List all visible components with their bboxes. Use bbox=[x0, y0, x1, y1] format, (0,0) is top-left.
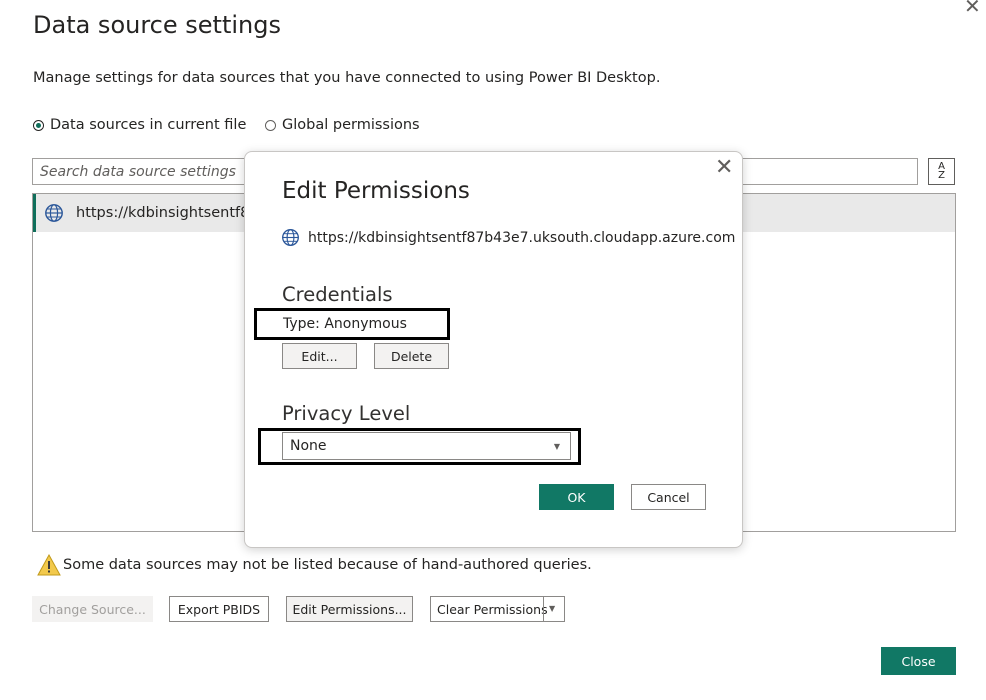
warning-icon bbox=[37, 554, 61, 576]
edit-permissions-dialog: ✕ Edit Permissions https://kdbinsightsen… bbox=[244, 151, 743, 548]
privacy-level-heading: Privacy Level bbox=[282, 402, 411, 425]
dialog-url-text: https://kdbinsightsentf87b43e7.uksouth.c… bbox=[308, 229, 736, 246]
close-window-icon[interactable]: ✕ bbox=[964, 0, 981, 18]
clear-permissions-split-button[interactable]: Clear Permissions ▼ bbox=[430, 596, 565, 622]
ok-button[interactable]: OK bbox=[539, 484, 614, 510]
chevron-down-icon: ▼ bbox=[553, 442, 560, 451]
cancel-button[interactable]: Cancel bbox=[631, 484, 706, 510]
credentials-heading: Credentials bbox=[282, 283, 393, 306]
credential-type: Type: Anonymous bbox=[254, 308, 450, 340]
privacy-level-select[interactable]: None ▼ bbox=[282, 432, 571, 460]
globe-icon bbox=[282, 229, 299, 246]
dialog-close-icon[interactable]: ✕ bbox=[715, 155, 733, 180]
radio-current-file-label: Data sources in current file bbox=[50, 117, 247, 133]
warning-message: Some data sources may not be listed beca… bbox=[37, 554, 592, 576]
warning-text: Some data sources may not be listed beca… bbox=[63, 557, 592, 573]
globe-icon bbox=[45, 204, 63, 222]
radio-unselected-icon[interactable] bbox=[265, 119, 276, 131]
sort-az-icon: A Z bbox=[938, 161, 945, 181]
edit-credentials-button[interactable]: Edit... bbox=[282, 343, 357, 369]
privacy-level-value: None bbox=[290, 438, 327, 454]
list-item-label: https://kdbinsightsentf8 bbox=[76, 205, 250, 221]
credential-type-text: Type: Anonymous bbox=[283, 316, 407, 332]
sort-az-button[interactable]: A Z bbox=[928, 158, 955, 185]
window-title: Data source settings bbox=[33, 11, 281, 39]
edit-permissions-button[interactable]: Edit Permissions... bbox=[286, 596, 413, 622]
split-divider bbox=[543, 597, 544, 621]
dialog-title: Edit Permissions bbox=[282, 178, 470, 204]
delete-credentials-button[interactable]: Delete bbox=[374, 343, 449, 369]
radio-global-permissions[interactable]: Global permissions bbox=[265, 117, 420, 133]
radio-selected-icon[interactable] bbox=[33, 119, 44, 131]
window-description: Manage settings for data sources that yo… bbox=[33, 70, 661, 86]
chevron-down-icon[interactable]: ▼ bbox=[549, 604, 555, 613]
clear-permissions-label[interactable]: Clear Permissions bbox=[431, 602, 548, 617]
export-pbids-button[interactable]: Export PBIDS bbox=[169, 596, 269, 622]
radio-global-permissions-label: Global permissions bbox=[282, 117, 420, 133]
change-source-button[interactable]: Change Source... bbox=[32, 596, 153, 622]
close-button[interactable]: Close bbox=[881, 647, 956, 675]
dialog-source-url: https://kdbinsightsentf87b43e7.uksouth.c… bbox=[281, 228, 735, 247]
sort-letter-z: Z bbox=[938, 170, 945, 181]
radio-current-file[interactable]: Data sources in current file bbox=[33, 117, 246, 133]
